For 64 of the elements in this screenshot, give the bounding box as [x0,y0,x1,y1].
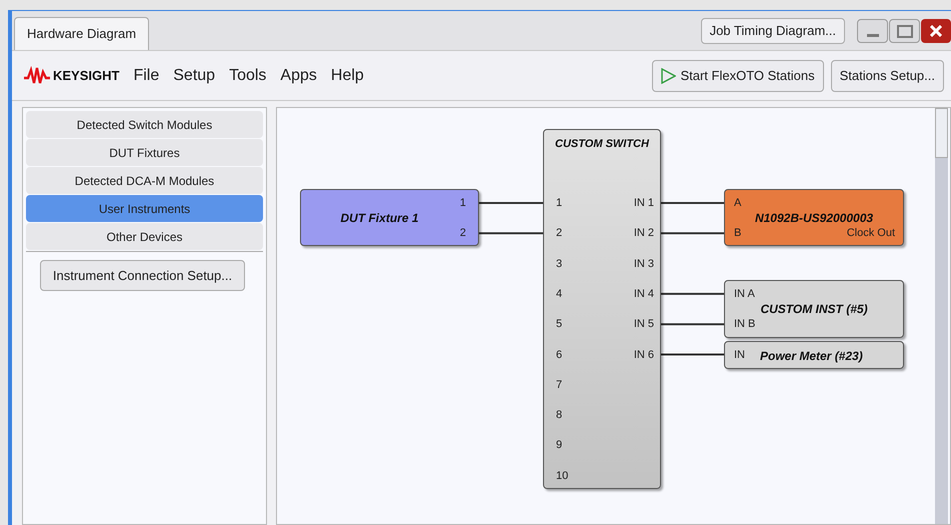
output-label: Clock Out [846,228,895,239]
port-label: 2 [460,228,466,240]
port-label: A [734,198,742,209]
port-label: 8 [556,410,562,422]
port-label: 9 [556,440,562,452]
instrument-node[interactable]: IN Power Meter (#23) [724,341,904,369]
sidebar-item[interactable]: User Instruments [26,195,263,222]
connector-line [479,202,543,204]
instrument-node[interactable]: IN A IN B CUSTOM INST (#5) [724,280,904,338]
menu-item[interactable]: File [133,64,160,88]
port-label: IN A [734,289,755,300]
connector-line [661,202,724,204]
connector-line [661,354,724,356]
port-label: IN 1 [634,198,654,209]
close-button[interactable] [921,19,951,43]
menu-item[interactable]: Apps [280,64,317,88]
port-label: 5 [556,319,562,330]
logo-icon [23,66,51,86]
connector-line [479,232,543,234]
port-label: IN [734,350,745,361]
port-label: 1 [460,198,466,209]
minimize-button[interactable] [857,19,888,43]
instrument-name: Power Meter (#23) [760,350,863,362]
port-label: 10 [556,470,568,482]
maximize-button[interactable] [889,19,920,43]
dut-node[interactable]: DUT Fixture 1 1 2 [300,189,479,246]
switch-node[interactable]: CUSTOM SWITCH 1 2 3 4 5 6 7 8 9 10 IN 1 IN 2 IN 3 IN 4 IN 5 IN 6 [543,129,661,489]
brand-name: KEYSIGHT [53,66,120,85]
port-label: IN B [734,319,756,330]
menu-item[interactable]: Help [330,64,364,88]
port-label: IN 5 [634,319,654,330]
sidebar-item[interactable]: Detected DCA-M Modules [26,167,263,194]
port-label: 7 [556,380,562,391]
sidebar-item[interactable]: Detected Switch Modules [26,111,263,138]
menu-item[interactable]: Setup [173,64,216,88]
connection-setup-button[interactable]: Instrument Connection Setup... [40,260,245,291]
port-label: B [734,228,742,239]
instrument-name: CUSTOM INST (#5) [759,303,869,315]
job-timing-button[interactable]: Job Timing Diagram... [700,18,845,44]
port-label: IN 6 [634,350,654,360]
dut-name: DUT Fixture 1 [339,212,420,224]
port-label: 1 [556,198,562,209]
connector-line [661,292,724,295]
port-label: 3 [556,258,562,270]
instrument-node[interactable]: A B N1092B-US92000003 Clock Out [724,189,904,246]
port-label: 4 [556,288,562,300]
play-icon [661,68,676,84]
sidebar-item[interactable]: Other Devices [26,223,263,250]
tab[interactable]: Hardware Diagram [14,17,150,50]
close-icon [930,25,942,37]
port-label: IN 4 [634,288,654,300]
connector-line [661,232,724,234]
connector-line [661,323,724,326]
instrument-name: N1092B-US92000003 [754,212,874,224]
port-label: IN 2 [634,228,654,240]
port-label: 2 [556,228,562,240]
toolbar-button[interactable]: Start FlexOTO Stations [652,60,824,92]
scrollbar[interactable] [935,108,948,524]
port-label: 6 [556,350,562,360]
toolbar-button[interactable]: Stations Setup... [830,60,944,92]
switch-name: CUSTOM SWITCH [554,139,650,150]
sidebar-item[interactable]: DUT Fixtures [26,139,263,166]
menu-item[interactable]: Tools [229,64,266,88]
port-label: IN 3 [634,258,654,270]
